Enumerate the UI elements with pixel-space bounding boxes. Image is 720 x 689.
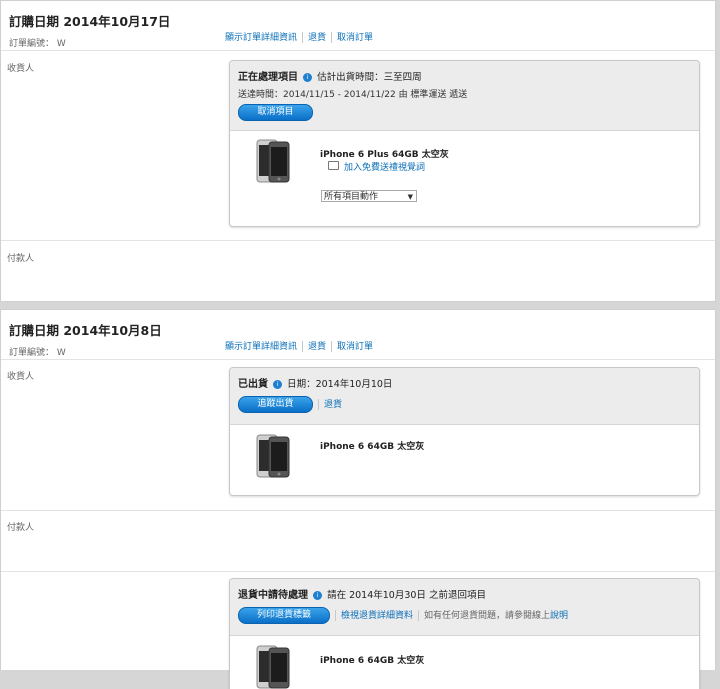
return-status-info: 請在 2014年10月30日 之前退回項目 <box>327 590 486 601</box>
item-actions-selected: 所有項目動作 <box>324 192 379 202</box>
order-actions: 顯示訂單詳細資訊 退貨 取消訂單 <box>225 30 373 43</box>
iphone-thumbnail-icon <box>256 139 290 183</box>
order-number-value: W <box>56 348 66 358</box>
gift-envelope-icon <box>328 161 339 170</box>
info-icon[interactable]: i <box>273 380 283 389</box>
cancel-item-button[interactable]: 取消項目 <box>238 104 313 121</box>
iphone-thumbnail-icon <box>256 434 290 478</box>
payer-label: 付款人 <box>7 523 35 533</box>
item-name: iPhone 6 Plus 64GB 太空灰 <box>320 150 449 160</box>
show-order-details-link[interactable]: 顯示訂單詳細資訊 <box>225 342 297 352</box>
order-number-value: W <box>56 39 66 49</box>
shipment-status-info: 日期：2014年10月10日 <box>287 379 393 390</box>
order-number-label: 訂單編號： <box>9 348 55 358</box>
return-status: 退貨中請待處理 i 請在 2014年10月30日 之前退回項目 <box>238 586 691 601</box>
shipment-panel: 已出貨 i 日期：2014年10月10日 追蹤出貨 退貨 iPhone 6 64G… <box>229 367 700 496</box>
iphone-thumbnail-icon <box>256 645 290 689</box>
print-return-label-button[interactable]: 列印退貨標籤 <box>238 607 330 624</box>
help-link[interactable]: 說明 <box>550 611 568 621</box>
shipment-status-info: 估計出貨時間：三至四周 <box>317 72 422 83</box>
delivery-window: 送達時間：2014/11/15 - 2014/11/22 由 標準運送 遞送 <box>238 90 468 100</box>
return-link[interactable]: 退貨 <box>308 342 326 352</box>
recipient-label: 收貨人 <box>7 64 35 74</box>
item-actions-select[interactable]: 所有項目動作 ▼ <box>321 190 417 202</box>
order-number: 訂單編號： W <box>9 345 162 358</box>
return-link[interactable]: 退貨 <box>308 33 326 43</box>
order-number: 訂單編號： W <box>9 36 170 49</box>
item-name: iPhone 6 64GB 太空灰 <box>320 442 425 452</box>
gift-message-label: 加入免費送禮視覺詞 <box>344 163 426 173</box>
info-icon[interactable]: i <box>303 73 313 82</box>
order-date-title: 訂購日期 2014年10月17日 <box>9 14 171 29</box>
info-icon[interactable]: i <box>313 591 323 600</box>
return-item-link[interactable]: 退貨 <box>324 400 342 410</box>
shipment-status-title: 正在處理項目 <box>238 72 298 83</box>
cancel-order-link[interactable]: 取消訂單 <box>337 342 373 352</box>
cancel-order-link[interactable]: 取消訂單 <box>337 33 373 43</box>
return-help-text: 如有任何退貨問題，請參閱線上 <box>424 611 551 621</box>
return-status-title: 退貨中請待處理 <box>238 590 308 601</box>
track-shipment-button[interactable]: 追蹤出貨 <box>238 396 313 413</box>
return-panel: 退貨中請待處理 i 請在 2014年10月30日 之前退回項目 列印退貨標籤 檢視… <box>229 578 700 689</box>
gift-message-link[interactable]: 加入免費送禮視覺詞 <box>328 160 425 173</box>
shipment-status: 正在處理項目 i 估計出貨時間：三至四周 <box>238 68 691 83</box>
chevron-down-icon: ▼ <box>407 193 413 201</box>
order-actions: 顯示訂單詳細資訊 退貨 取消訂單 <box>225 339 373 352</box>
shipment-status-title: 已出貨 <box>238 379 268 390</box>
view-return-details-link[interactable]: 檢視退貨詳細資料 <box>341 611 413 621</box>
shipment-status: 已出貨 i 日期：2014年10月10日 <box>238 375 691 390</box>
order-card: 訂購日期 2014年10月8日 訂單編號： W 顯示訂單詳細資訊 退貨 取消訂單 收… <box>0 309 716 689</box>
shipment-panel: 正在處理項目 i 估計出貨時間：三至四周 送達時間：2014/11/15 - 2… <box>229 60 700 227</box>
order-card: 訂購日期 2014年10月17日 訂單編號： W 顯示訂單詳細資訊 退貨 取消訂單 … <box>0 0 716 302</box>
order-date-title: 訂購日期 2014年10月8日 <box>9 323 162 338</box>
show-order-details-link[interactable]: 顯示訂單詳細資訊 <box>225 33 297 43</box>
order-number-label: 訂單編號： <box>9 39 55 49</box>
item-name: iPhone 6 64GB 太空灰 <box>320 656 425 666</box>
payer-label: 付款人 <box>7 254 35 264</box>
recipient-label: 收貨人 <box>7 372 35 382</box>
